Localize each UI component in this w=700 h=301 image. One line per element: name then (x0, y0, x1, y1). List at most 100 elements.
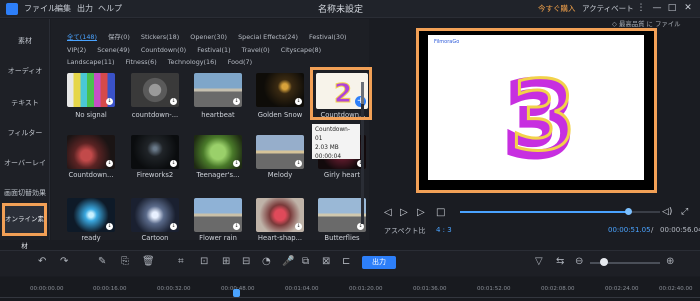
media-tile-golden-snow[interactable]: ↓ (256, 73, 304, 107)
download-icon[interactable]: ↓ (233, 160, 240, 167)
category-countdown[interactable]: Countdown(0) (141, 44, 186, 57)
category-vip[interactable]: VIP(2) (67, 44, 86, 57)
download-icon[interactable]: ↓ (357, 223, 364, 230)
category-fitness[interactable]: Fitness(6) (126, 56, 157, 69)
category-travel[interactable]: Travel(0) (242, 44, 270, 57)
maximize-icon[interactable]: □ (665, 1, 679, 15)
category-landscape[interactable]: Landscape(11) (67, 56, 114, 69)
volume-icon[interactable]: ◁) (662, 207, 672, 217)
crop-icon[interactable]: ⌗ (178, 256, 184, 267)
category-opener[interactable]: Opener(30) (190, 31, 227, 44)
more-icon[interactable]: ⋮ (634, 1, 648, 15)
media-tile-flower-rain[interactable]: ↓ (194, 198, 242, 232)
download-icon[interactable]: ↓ (295, 160, 302, 167)
delete-icon[interactable]: 🗑 (142, 256, 155, 267)
mask-icon[interactable]: ⊞ (222, 256, 230, 267)
media-tile-label: Butterflies (324, 234, 360, 242)
ruler-baseline (0, 297, 700, 298)
media-tile-heart-shape[interactable]: ↓ (256, 198, 304, 232)
media-tile-fireworks2[interactable]: ↓ (131, 135, 179, 169)
media-tile-no-signal[interactable]: ↓ (67, 73, 115, 107)
ruler-tick: 00:02:40.00 (659, 286, 693, 292)
media-tile-butterflies[interactable]: ↓ (318, 198, 366, 232)
download-icon[interactable]: ↓ (170, 160, 177, 167)
activate-link[interactable]: アクティベート (582, 3, 634, 14)
media-tile-countdown[interactable]: ↓ (131, 73, 179, 107)
category-festival[interactable]: Festival(30) (309, 31, 346, 44)
detach-audio-icon[interactable]: ⧉ (302, 256, 309, 267)
snap-icon[interactable]: ⇆ (556, 256, 564, 267)
aspect-ratio-value[interactable]: 4 : 3 (436, 226, 452, 234)
seek-handle[interactable] (625, 208, 632, 215)
export-button[interactable]: 出力 (362, 256, 396, 269)
prev-frame-icon[interactable]: ◁ (384, 207, 392, 218)
category-all[interactable]: 全て(148) (67, 31, 97, 44)
thumb-brand-label: FilmoraGo (434, 39, 460, 45)
close-icon[interactable]: ✕ (681, 1, 695, 15)
playhead[interactable] (233, 289, 240, 297)
sidebar-item-online-media[interactable]: オンライン素材 (2, 203, 47, 250)
split-icon[interactable]: ⎘ (121, 256, 129, 267)
sidebar-item-overlay[interactable]: オーバーレイ (0, 158, 50, 168)
stop-icon[interactable]: □ (436, 207, 445, 218)
ruler-tick: 00:02:24.00 (605, 286, 639, 292)
fullscreen-icon[interactable]: ⤢ (681, 207, 688, 217)
sidebar-item-filter[interactable]: フィルター (0, 128, 50, 138)
category-festival-2[interactable]: Festival(1) (197, 44, 230, 57)
category-cityscape[interactable]: Cityscape(8) (281, 44, 321, 57)
current-time: 00:00:51.05 (608, 226, 651, 234)
speed-icon[interactable]: ◔ (262, 256, 271, 267)
fit-icon[interactable]: ⊏ (342, 256, 350, 267)
download-icon[interactable]: ↓ (295, 223, 302, 230)
snapshot-icon[interactable]: ⊠ (322, 256, 330, 267)
zoom-in-icon[interactable]: ⊕ (666, 256, 674, 267)
sidebar-item-text[interactable]: テキスト (0, 98, 50, 108)
time-separator: / (651, 226, 654, 234)
sidebar-item-media[interactable]: 素材 (0, 36, 50, 46)
download-icon[interactable]: ↓ (295, 98, 302, 105)
edit-pen-icon[interactable]: ✎ (98, 256, 106, 267)
download-icon[interactable]: ↓ (106, 223, 113, 230)
sidebar-item-audio[interactable]: オーディオ (0, 66, 50, 76)
category-scene[interactable]: Scene(49) (97, 44, 130, 57)
media-tile-melody[interactable]: ↓ (256, 135, 304, 169)
download-icon[interactable]: ↓ (170, 98, 177, 105)
media-tile-teenagers[interactable]: ↓ (194, 135, 242, 169)
menu-file[interactable]: ファイル (24, 3, 56, 14)
total-time: 00:00:56.04 (660, 226, 700, 234)
sidebar-item-transition[interactable]: 画面切替効果 (0, 188, 50, 198)
marker-icon[interactable]: ▽ (535, 256, 543, 267)
menu-export[interactable]: 出力 (77, 3, 93, 14)
ruler-tick: 00:01:20.00 (349, 286, 383, 292)
buy-now-link[interactable]: 今すぐ購入 (538, 3, 576, 14)
category-food[interactable]: Food(7) (228, 56, 252, 69)
download-icon[interactable]: ↓ (106, 160, 113, 167)
media-tile-cartoon[interactable]: ↓ (131, 198, 179, 232)
media-tile-heartbeat[interactable]: ↓ (194, 73, 242, 107)
category-special-effects[interactable]: Special Effects(24) (238, 31, 298, 44)
resize-icon[interactable]: ⊡ (200, 256, 208, 267)
category-saved[interactable]: 保存(0) (108, 31, 130, 44)
media-tile-ready[interactable]: ↓ (67, 198, 115, 232)
menu-edit[interactable]: 編集 (55, 3, 71, 14)
next-frame-icon[interactable]: ▷ (417, 207, 425, 218)
download-icon[interactable]: ↓ (233, 98, 240, 105)
media-tile-label: Teenager's... (196, 171, 240, 179)
zoom-out-icon[interactable]: ⊖ (575, 256, 583, 267)
microphone-icon[interactable]: 🎤 (282, 256, 294, 267)
download-icon[interactable]: ↓ (106, 98, 113, 105)
undo-icon[interactable]: ↶ (38, 256, 46, 267)
media-tile-label: Cartoon (141, 234, 169, 242)
download-icon[interactable]: ↓ (170, 223, 177, 230)
media-tile-label: Heart-shap... (257, 234, 303, 242)
media-tile-countdown-2[interactable]: ↓ (67, 135, 115, 169)
download-icon[interactable]: ↓ (233, 223, 240, 230)
minimize-icon[interactable]: — (650, 1, 664, 15)
ratio-icon[interactable]: ⊟ (242, 256, 250, 267)
menu-help[interactable]: ヘルプ (98, 3, 122, 14)
redo-icon[interactable]: ↷ (60, 256, 68, 267)
category-stickers[interactable]: Stickers(18) (141, 31, 179, 44)
category-technology[interactable]: Technology(16) (168, 56, 217, 69)
zoom-slider-handle[interactable] (600, 258, 608, 266)
play-icon[interactable]: ▷ (400, 207, 408, 218)
